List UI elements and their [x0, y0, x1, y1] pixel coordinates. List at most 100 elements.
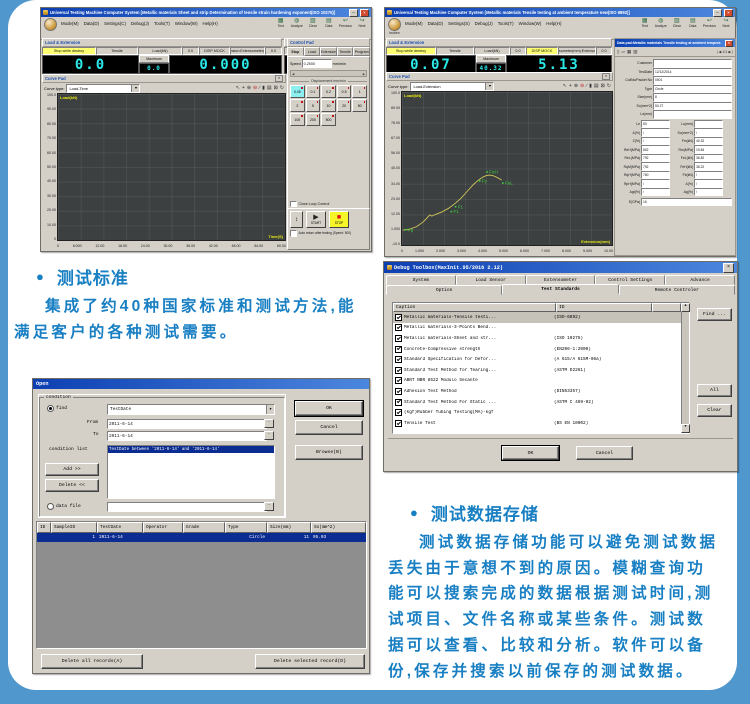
menu-item[interactable]: Debug(J): [475, 21, 493, 26]
speed-scrollbar[interactable]: ◀ ▶: [290, 70, 367, 77]
delete-all-records-button[interactable]: Delete all records(A): [41, 654, 143, 669]
minimize-button[interactable]: –: [713, 9, 722, 17]
file-tool-icon[interactable]: ▥: [633, 49, 637, 55]
close-button[interactable]: ×: [724, 9, 733, 17]
close-icon[interactable]: ×: [725, 40, 733, 47]
field-input[interactable]: /: [641, 188, 670, 197]
curve-tool-icon[interactable]: ∕: [259, 85, 260, 91]
checked-checkbox-icon[interactable]: [395, 314, 402, 321]
scroll-down-icon[interactable]: ▼: [681, 424, 690, 433]
menu-item[interactable]: Settings(C): [104, 21, 126, 26]
curve-tool-icon[interactable]: ⊠: [601, 83, 605, 89]
field-input[interactable]: 792: [641, 162, 670, 171]
curve-type-select[interactable]: Load-Time ▼: [66, 84, 140, 93]
cancel-button[interactable]: Cancel: [576, 446, 633, 460]
stop-mode-cell[interactable]: Stop while destroy: [42, 47, 96, 55]
field-input[interactable]: 760: [641, 171, 670, 180]
checked-checkbox-icon[interactable]: [395, 324, 402, 331]
file-tool-icon[interactable]: ▦: [627, 49, 631, 55]
field-input[interactable]: /: [641, 128, 670, 137]
checked-checkbox-icon[interactable]: [395, 388, 402, 395]
speed-preset-button[interactable]: 50: [352, 99, 367, 112]
close-button[interactable]: ×: [723, 263, 734, 273]
table-column-header[interactable]: SampleID: [51, 522, 97, 533]
dialog-titlebar[interactable]: Debug Toolbox(MaxInit.95/2016 2.12) ×: [384, 262, 737, 273]
field-input[interactable]: /: [694, 128, 723, 137]
menu-item[interactable]: Help(H): [203, 21, 218, 26]
control-tab[interactable]: Stop: [287, 47, 304, 56]
toolbox-tab[interactable]: Option: [386, 285, 502, 295]
stop-mode-cell[interactable]: Stop while destroy: [386, 47, 436, 55]
scroll-left-icon[interactable]: ◀: [292, 72, 294, 76]
field-input[interactable]: Circle: [653, 85, 732, 94]
curve-tool-icon[interactable]: ▤: [594, 83, 599, 89]
checked-checkbox-icon[interactable]: [395, 346, 402, 353]
speed-preset-button[interactable]: 20: [337, 99, 352, 112]
find-button[interactable]: Find ...: [697, 308, 732, 321]
field-input[interactable]: 50.27: [653, 102, 732, 111]
nav-first-icon[interactable]: ∣◀: [717, 50, 722, 54]
menu-item[interactable]: Help(H): [546, 21, 561, 26]
find-radio[interactable]: find: [47, 405, 67, 412]
standard-row[interactable]: Standard Specification for Defor... (A 6…: [393, 354, 681, 365]
field-input[interactable]: 792: [641, 154, 670, 163]
field-input[interactable]: [653, 110, 732, 119]
speed-preset-button[interactable]: 2: [290, 99, 305, 112]
standard-row[interactable]: Adhesion Test Method (DIN53357): [393, 386, 681, 397]
data-file-radio[interactable]: data file: [47, 503, 81, 510]
control-tab[interactable]: Program: [353, 47, 370, 56]
checked-checkbox-icon[interactable]: [395, 377, 402, 384]
speed-preset-button[interactable]: 200: [306, 113, 321, 126]
toolbox-tab[interactable]: Remote Controler: [619, 285, 735, 295]
checked-checkbox-icon[interactable]: [395, 409, 402, 416]
menu-item[interactable]: Settings(S): [448, 21, 470, 26]
condition-item-selected[interactable]: TestDate between '2011-6-14' and '2011-6…: [108, 446, 274, 453]
control-tab[interactable]: Extension: [320, 47, 337, 56]
toolbar-button[interactable]: ◍ Analyze: [655, 18, 667, 28]
field-input[interactable]: /: [694, 171, 723, 180]
menu-item[interactable]: Window(W): [519, 21, 542, 26]
standard-row[interactable]: Standard Test Method for Tearing... (AST…: [393, 365, 681, 376]
field-input[interactable]: [694, 120, 723, 129]
standard-row[interactable]: Concrete-Compressive strength (EN206-1:2…: [393, 344, 681, 355]
data-file-input[interactable]: [107, 502, 267, 512]
speed-preset-button[interactable]: 100: [290, 113, 305, 126]
menu-item[interactable]: Tools(T): [498, 21, 514, 26]
speed-preset-button[interactable]: 0.5: [337, 85, 352, 98]
field-input[interactable]: 16: [641, 198, 732, 207]
to-picker-button[interactable]: …: [264, 431, 274, 440]
file-tool-icon[interactable]: ▱: [621, 49, 624, 55]
curve-tool-icon[interactable]: ↖: [236, 85, 240, 91]
condition-listbox[interactable]: TestDate between '2011-6-14' and '2011-6…: [107, 445, 275, 499]
cancel-button[interactable]: Cancel: [295, 420, 363, 435]
field-input[interactable]: 802: [641, 145, 670, 154]
field-input[interactable]: [653, 59, 732, 68]
start-button[interactable]: ▶ START: [306, 211, 326, 228]
dialog-titlebar[interactable]: Open: [33, 379, 369, 389]
toolbar-button[interactable]: ▤ Data: [323, 18, 335, 28]
standard-row[interactable]: Tensile Test (BS EN 10002): [393, 418, 681, 429]
column-caption[interactable]: Caption: [393, 303, 556, 312]
curve-tool-icon[interactable]: ⊖: [253, 85, 257, 91]
file-tool-icon[interactable]: ▯: [617, 49, 619, 55]
toolbar-button[interactable]: ↩ Previous: [339, 18, 352, 28]
crosshead-updown-button[interactable]: ↕: [290, 211, 303, 228]
menu-item[interactable]: Mode(M): [61, 21, 79, 26]
control-tab[interactable]: Load: [304, 47, 321, 56]
menu-item[interactable]: Data(D): [84, 21, 99, 26]
scroll-up-icon[interactable]: ▲: [681, 303, 690, 312]
curve-type-select[interactable]: Load-Extension ▼: [410, 82, 494, 91]
field-input[interactable]: 8: [653, 93, 732, 102]
table-column-header[interactable]: Size(mm): [267, 522, 311, 533]
toolbox-tab[interactable]: Test Standards: [502, 284, 618, 294]
close-loop-checkbox[interactable]: Close Loop Control: [290, 201, 367, 208]
add-button[interactable]: Add >>: [45, 463, 99, 476]
from-input[interactable]: 2011-6-14: [107, 419, 267, 429]
curve-tool-icon[interactable]: ↖: [563, 83, 567, 89]
table-column-header[interactable]: So(mm^2): [311, 522, 366, 533]
checked-checkbox-icon[interactable]: [395, 420, 402, 427]
checked-checkbox-icon[interactable]: [395, 367, 402, 374]
speed-preset-button[interactable]: 0.05: [290, 85, 305, 98]
standard-row[interactable]: Metallic materials-Sheet and str... (ISO…: [393, 333, 681, 344]
speed-input[interactable]: 0.2500: [302, 59, 332, 68]
